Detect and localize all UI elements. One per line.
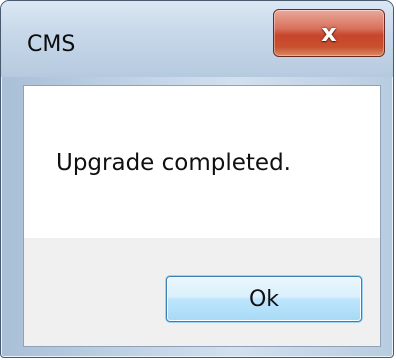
window-title: CMS [27, 32, 76, 57]
dialog-content: Upgrade completed. Ok [23, 85, 381, 347]
button-area: Ok [24, 238, 380, 346]
title-bar[interactable]: CMS x [1, 1, 393, 77]
close-icon: x [321, 19, 337, 47]
ok-button[interactable]: Ok [166, 276, 362, 322]
close-button[interactable]: x [273, 9, 385, 57]
dialog-window: CMS x Upgrade completed. Ok [0, 0, 394, 358]
message-text: Upgrade completed. [56, 150, 291, 176]
